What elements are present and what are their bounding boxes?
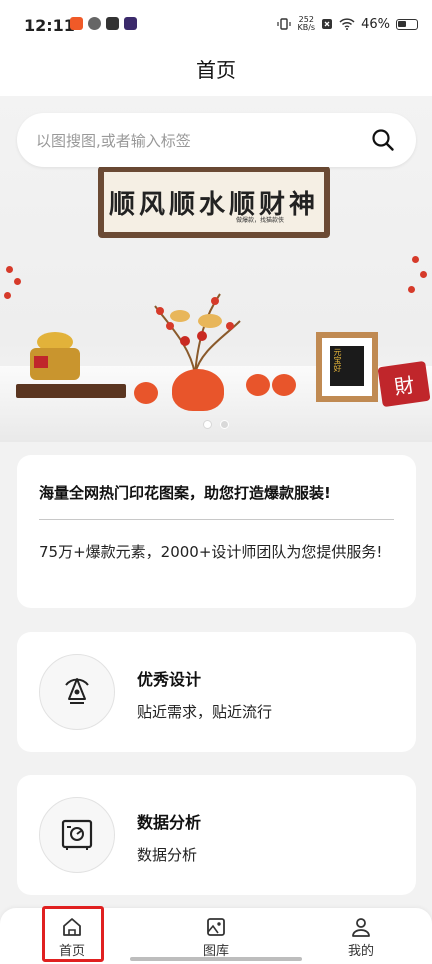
- status-time: 12:11: [24, 16, 75, 35]
- gold-ingot-basket-illustration: [30, 332, 80, 380]
- cai-sign-text: 財: [392, 372, 416, 399]
- battery-percent: 46%: [361, 16, 390, 32]
- carousel-dot-active[interactable]: [203, 420, 212, 429]
- cai-sign-illustration: 財: [377, 360, 431, 408]
- status-bar: 12:11 252 KB/s 46%: [0, 0, 432, 52]
- gallery-icon: [207, 918, 225, 936]
- network-speed-unit: KB/s: [297, 23, 316, 32]
- berry-branch: [6, 266, 13, 273]
- persimmon-illustration: [272, 374, 296, 396]
- feature-description: 贴近需求，贴近流行: [137, 703, 273, 721]
- feature-card-analysis[interactable]: 数据分析 数据分析: [17, 775, 416, 895]
- home-indicator[interactable]: [130, 957, 302, 961]
- search-icon[interactable]: [370, 127, 396, 153]
- intro-divider: [39, 519, 394, 520]
- header: 首页: [0, 52, 432, 96]
- network-speed: 252 KB/s: [297, 16, 315, 32]
- banner-carousel[interactable]: 顺风顺水顺财神 做爆款，找猫款侠 元宝好 財 以图搜图,或者输入标签: [0, 96, 432, 442]
- pen-nib-icon: [65, 678, 89, 704]
- banner-scroll-text: 顺风顺水顺财神: [108, 189, 319, 220]
- berry-branch: [4, 292, 11, 299]
- feature-icon-circle: [39, 797, 115, 873]
- vibrate-icon: [277, 18, 292, 30]
- persimmon-illustration: [246, 374, 270, 396]
- banner-scroll-subtext: 做爆款，找猫款侠: [235, 217, 284, 224]
- page-title: 首页: [196, 58, 236, 82]
- picture-frame-text: 元宝好: [333, 348, 342, 372]
- app-red-icon: [70, 17, 83, 30]
- berry-branch: [412, 256, 419, 263]
- carousel-pagination: [0, 420, 432, 429]
- wifi-icon: [339, 18, 355, 30]
- search-bar[interactable]: 以图搜图,或者输入标签: [17, 113, 416, 167]
- berry-branch: [14, 278, 21, 285]
- sim-off-icon: [322, 19, 333, 29]
- search-input[interactable]: 以图搜图,或者输入标签: [36, 130, 191, 151]
- app-purple-icon: [124, 17, 137, 30]
- selection-highlight-box: [42, 906, 104, 962]
- nav-label-mine: 我的: [347, 944, 374, 959]
- vase-illustration: [172, 369, 224, 411]
- wooden-tray: [16, 384, 126, 398]
- berry-branch: [408, 286, 415, 293]
- picture-frame-inner: 元宝好: [330, 346, 364, 386]
- banner-scroll-frame: 顺风顺水顺财神 做爆款，找猫款侠: [98, 166, 330, 238]
- flower-bouquet-illustration: [154, 293, 241, 375]
- persimmon-illustration: [134, 382, 158, 404]
- status-indicators: 252 KB/s 46%: [277, 16, 418, 32]
- safe-icon: [61, 819, 93, 850]
- app-dark-icon: [106, 17, 119, 30]
- feature-icon-circle: [39, 654, 115, 730]
- carousel-dot[interactable]: [220, 420, 229, 429]
- feature-description: 数据分析: [137, 846, 198, 864]
- intro-headline: 海量全网热门印花图案，助您打造爆款服装!: [39, 484, 331, 502]
- app-gray-icon: [88, 17, 101, 30]
- nav-item-mine[interactable]: 我的: [331, 916, 391, 964]
- intro-card: 海量全网热门印花图案，助您打造爆款服装! 75万+爆款元素，2000+设计师团队…: [17, 455, 416, 608]
- feature-title: 优秀设计: [137, 670, 202, 689]
- status-app-icons: [70, 17, 137, 30]
- user-icon: [352, 918, 370, 937]
- intro-description: 75万+爆款元素，2000+设计师团队为您提供服务!: [39, 543, 383, 561]
- berry-branch: [420, 271, 427, 278]
- battery-icon: [396, 18, 418, 30]
- feature-card-design[interactable]: 优秀设计 贴近需求，贴近流行: [17, 632, 416, 752]
- picture-frame-illustration: 元宝好: [316, 332, 378, 402]
- feature-title: 数据分析: [137, 813, 202, 832]
